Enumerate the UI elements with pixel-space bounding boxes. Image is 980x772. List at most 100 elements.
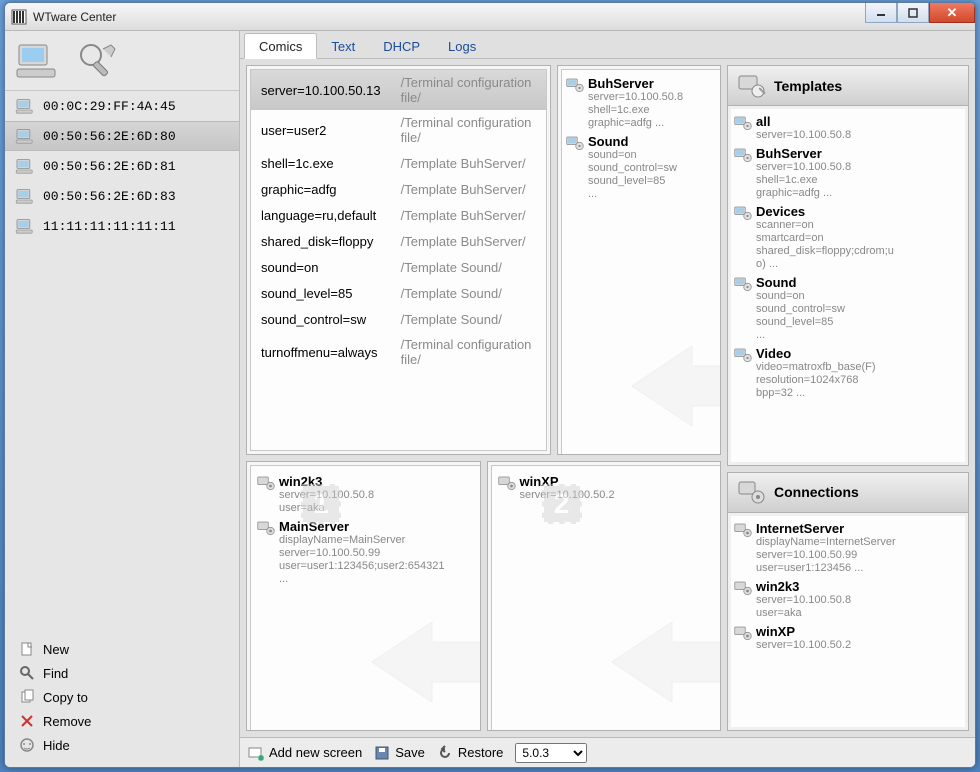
node-detail: server=10.100.50.8 [756, 594, 851, 607]
client-item[interactable]: 00:0C:29:FF:4A:45 [5, 91, 239, 121]
item-icon [734, 146, 752, 164]
item-icon [734, 624, 752, 642]
action-label: Find [43, 666, 68, 681]
minimize-button[interactable] [865, 3, 897, 23]
sidebar: 00:0C:29:FF:4A:4500:50:56:2E:6D:8000:50:… [5, 31, 240, 767]
config-row[interactable]: graphic=adfg/Template BuhServer/ [251, 176, 546, 202]
node-detail: sound=on [588, 149, 677, 162]
node-detail: sound=on [756, 290, 845, 303]
computer-icon [15, 39, 59, 83]
version-select[interactable]: 5.0.3 [515, 743, 587, 763]
item-icon [734, 346, 752, 364]
list-item[interactable]: winXPserver=10.100.50.2 [734, 622, 962, 654]
config-key: shell=1c.exe [251, 150, 391, 176]
list-item[interactable]: InternetServerdisplayName=InternetServer… [734, 519, 962, 577]
node-detail: ... [588, 188, 677, 201]
list-item[interactable]: MainServerdisplayName=MainServerserver=1… [257, 517, 476, 588]
config-row[interactable]: shell=1c.exe/Template BuhServer/ [251, 150, 546, 176]
config-row[interactable]: user=user2/Terminal configuration file/ [251, 110, 546, 150]
node-title: winXP [756, 624, 851, 639]
list-item[interactable]: BuhServerserver=10.100.50.8shell=1c.exeg… [734, 144, 962, 202]
client-mac: 00:0C:29:FF:4A:45 [43, 99, 176, 114]
node-detail: displayName=InternetServer [756, 536, 896, 549]
save-button[interactable]: Save [374, 745, 425, 761]
screen-panel-1[interactable]: win2k3server=10.100.50.8user=akaMainServ… [246, 461, 481, 731]
node-detail: shell=1c.exe [588, 104, 683, 117]
arrow-icon [372, 622, 481, 702]
list-item[interactable]: win2k3server=10.100.50.8user=aka [734, 577, 962, 622]
config-key: sound_level=85 [251, 280, 391, 306]
sidebar-action-remove[interactable]: Remove [13, 709, 231, 733]
item-icon [566, 76, 584, 94]
config-row[interactable]: sound=on/Template Sound/ [251, 254, 546, 280]
add-screen-button[interactable]: Add new screen [248, 745, 362, 761]
tab-logs[interactable]: Logs [434, 34, 490, 58]
client-list: 00:0C:29:FF:4A:4500:50:56:2E:6D:8000:50:… [5, 91, 239, 241]
config-row[interactable]: turnoffmenu=always/Terminal configuratio… [251, 332, 546, 372]
config-source: /Terminal configuration file/ [391, 110, 546, 150]
settings-icon[interactable] [75, 39, 119, 83]
node-detail: sound_control=sw [756, 303, 845, 316]
node-title: Devices [756, 204, 894, 219]
config-source: /Template BuhServer/ [391, 150, 546, 176]
copy-icon [19, 689, 35, 705]
config-source: /Template BuhServer/ [391, 228, 546, 254]
node-detail: sound_level=85 [588, 175, 677, 188]
list-item[interactable]: Videovideo=matroxfb_base(F)resolution=10… [734, 344, 962, 402]
maximize-button[interactable] [897, 3, 929, 23]
item-icon [498, 474, 516, 492]
node-detail: user=user1:123456 ... [756, 562, 896, 575]
list-item[interactable]: BuhServerserver=10.100.50.8shell=1c.exeg… [566, 74, 718, 132]
config-row[interactable]: language=ru,default/Template BuhServer/ [251, 202, 546, 228]
node-detail: graphic=adfg ... [756, 187, 851, 200]
config-key: sound=on [251, 254, 391, 280]
item-icon [257, 519, 275, 537]
config-row[interactable]: sound_level=85/Template Sound/ [251, 280, 546, 306]
node-detail: scanner=on [756, 219, 894, 232]
client-item[interactable]: 00:50:56:2E:6D:83 [5, 181, 239, 211]
config-row[interactable]: shared_disk=floppy/Template BuhServer/ [251, 228, 546, 254]
list-item[interactable]: allserver=10.100.50.8 [734, 112, 962, 144]
item-icon [734, 579, 752, 597]
config-key: shared_disk=floppy [251, 228, 391, 254]
config-row[interactable]: sound_control=sw/Template Sound/ [251, 306, 546, 332]
list-item[interactable]: Soundsound=onsound_control=swsound_level… [566, 132, 718, 203]
config-source: /Terminal configuration file/ [391, 332, 546, 372]
item-icon [734, 204, 752, 222]
node-detail: ... [756, 329, 845, 342]
connections-icon [736, 477, 766, 507]
screen-panel-2[interactable]: winXPserver=10.100.50.22 [487, 461, 722, 731]
tab-comics[interactable]: Comics [244, 33, 317, 59]
node-title: Video [756, 346, 876, 361]
tab-dhcp[interactable]: DHCP [369, 34, 434, 58]
node-title: BuhServer [756, 146, 851, 161]
node-detail: sound_level=85 [756, 316, 845, 329]
list-item[interactable]: win2k3server=10.100.50.8user=aka [257, 472, 476, 517]
sidebar-action-copy-to[interactable]: Copy to [13, 685, 231, 709]
node-detail: smartcard=on [756, 232, 894, 245]
restore-button[interactable]: Restore [437, 745, 504, 761]
config-row[interactable]: server=10.100.50.13/Terminal configurati… [251, 70, 546, 110]
client-item[interactable]: 11:11:11:11:11:11 [5, 211, 239, 241]
config-table: server=10.100.50.13/Terminal configurati… [251, 70, 546, 372]
item-icon [734, 275, 752, 293]
list-item[interactable]: winXPserver=10.100.50.2 [498, 472, 717, 504]
sidebar-action-find[interactable]: Find [13, 661, 231, 685]
action-label: Copy to [43, 690, 88, 705]
sidebar-action-hide[interactable]: Hide [13, 733, 231, 757]
tab-text[interactable]: Text [317, 34, 369, 58]
sidebar-action-new[interactable]: New [13, 637, 231, 661]
arrow-icon [612, 622, 721, 702]
client-item[interactable]: 00:50:56:2E:6D:81 [5, 151, 239, 181]
node-detail: server=10.100.50.99 [279, 547, 444, 560]
list-item[interactable]: Soundsound=onsound_control=swsound_level… [734, 273, 962, 344]
config-source: /Template BuhServer/ [391, 202, 546, 228]
client-item[interactable]: 00:50:56:2E:6D:80 [5, 121, 239, 151]
node-detail: sound_control=sw [588, 162, 677, 175]
config-key: language=ru,default [251, 202, 391, 228]
node-title: InternetServer [756, 521, 896, 536]
close-button[interactable]: ✕ [929, 3, 975, 23]
connections-panel: Connections InternetServerdisplayName=In… [727, 472, 969, 731]
list-item[interactable]: Devicesscanner=onsmartcard=onshared_disk… [734, 202, 962, 273]
add-screen-label: Add new screen [269, 745, 362, 760]
